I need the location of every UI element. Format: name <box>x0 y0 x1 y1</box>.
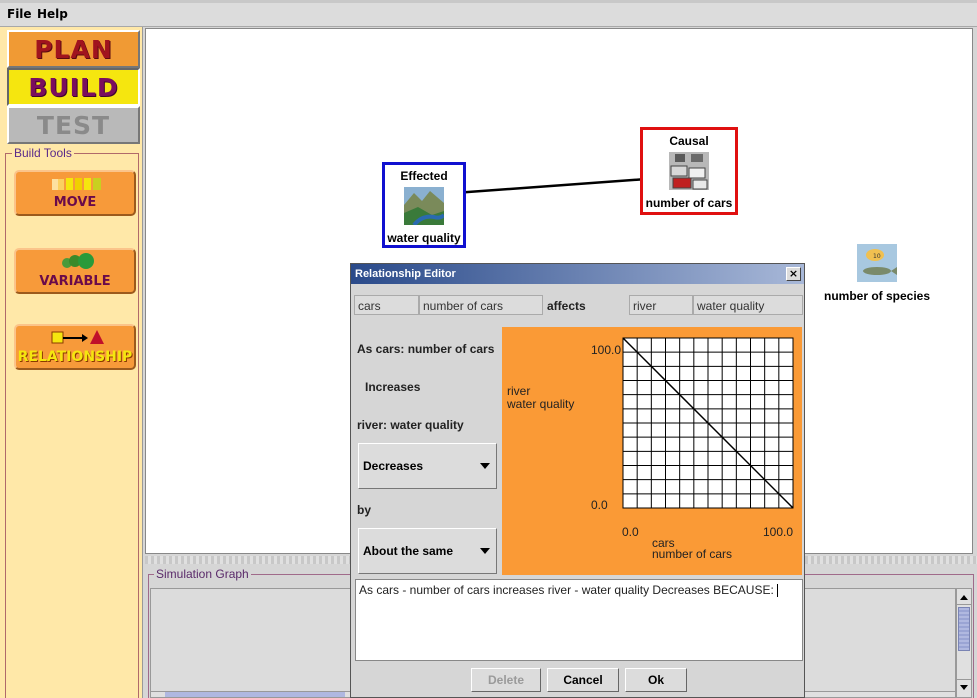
move-tool-button[interactable]: MOVE <box>14 170 136 216</box>
graph-y-label-object: river <box>507 384 531 398</box>
effect-direction-select[interactable]: Decreases <box>358 443 497 489</box>
as-cause-label: As cars: number of cars <box>357 342 495 356</box>
by-label: by <box>357 503 372 517</box>
vertical-scrollbar[interactable] <box>956 588 972 698</box>
chevron-down-icon <box>480 548 490 554</box>
effect-variable-field: water quality <box>693 295 803 315</box>
scroll-up-button[interactable] <box>957 589 971 605</box>
left-panel: PLAN BUILD TEST Build Tools MOVE VARIABL… <box>0 27 143 698</box>
relationship-graph-panel: river water quality 100.0 0.0 0.0 100.0 … <box>502 327 802 575</box>
cars-traffic-icon <box>669 152 709 190</box>
reason-textarea[interactable]: As cars - number of cars increases river… <box>355 579 803 661</box>
graph-y-min: 0.0 <box>591 498 608 512</box>
plan-mode-button[interactable]: PLAN <box>7 30 140 68</box>
dialog-title: Relationship Editor <box>355 268 456 280</box>
variable-tool-label: VARIABLE <box>39 274 111 289</box>
species-variable-label: number of species <box>823 289 931 303</box>
move-icon <box>52 178 101 190</box>
build-tools-legend: Build Tools <box>12 146 74 160</box>
fish-species-icon[interactable]: 10 <box>857 244 897 282</box>
effect-variable-label: river: water quality <box>357 418 464 432</box>
menu-help[interactable]: Help <box>37 7 68 21</box>
move-tool-label: MOVE <box>53 195 97 210</box>
svg-text:10: 10 <box>873 253 881 260</box>
graph-x-max: 100.0 <box>763 525 794 539</box>
river-landscape-icon <box>404 187 444 225</box>
close-icon[interactable]: × <box>786 267 801 281</box>
cause-direction-label: Increases <box>365 380 421 394</box>
build-mode-button[interactable]: BUILD <box>7 68 140 106</box>
graph-y-max: 100.0 <box>591 343 622 357</box>
amount-select[interactable]: About the same <box>358 528 497 574</box>
menu-file[interactable]: File <box>7 7 32 21</box>
reason-text: As cars - number of cars increases river… <box>359 583 774 597</box>
relationship-editor-dialog: Relationship Editor × cars number of car… <box>350 263 805 698</box>
effected-role-label: Effected <box>400 169 448 183</box>
graph-x-label-variable: number of cars <box>652 547 733 561</box>
horizontal-scroll-thumb[interactable] <box>165 692 345 697</box>
delete-button[interactable]: Delete <box>471 668 541 692</box>
relationship-graph-grid[interactable] <box>622 337 794 509</box>
effect-object-field: river <box>629 295 693 315</box>
ok-button[interactable]: Ok <box>625 668 687 692</box>
simulation-graph-legend: Simulation Graph <box>154 567 251 581</box>
graph-y-label-variable: water quality <box>507 397 575 411</box>
menu-bar: File Help <box>0 0 977 27</box>
variable-icon <box>62 253 94 269</box>
text-cursor <box>776 584 778 598</box>
causal-role-label: Causal <box>669 134 709 148</box>
graph-x-min: 0.0 <box>622 525 639 539</box>
build-tools-group: Build Tools MOVE VARIABLE RELATIONSHIP <box>5 146 139 698</box>
cause-variable-field: number of cars <box>419 295 543 315</box>
scroll-down-button[interactable] <box>957 679 971 695</box>
cause-object-field: cars <box>354 295 419 315</box>
dialog-title-bar[interactable]: Relationship Editor <box>351 264 804 284</box>
chevron-down-icon <box>480 463 490 469</box>
test-mode-button[interactable]: TEST <box>7 106 140 144</box>
relationship-tool-button[interactable]: RELATIONSHIP <box>14 324 136 370</box>
amount-value: About the same <box>363 544 454 558</box>
affects-label: affects <box>547 299 586 313</box>
causal-variable-label: number of cars <box>645 196 733 210</box>
effected-variable-label: water quality <box>387 231 461 245</box>
relationship-tool-label: RELATIONSHIP <box>17 349 133 365</box>
effect-direction-value: Decreases <box>363 459 424 473</box>
vertical-scroll-thumb[interactable] <box>958 607 970 651</box>
cancel-button[interactable]: Cancel <box>547 668 619 692</box>
relationship-icon <box>51 330 104 344</box>
variable-tool-button[interactable]: VARIABLE <box>14 248 136 294</box>
